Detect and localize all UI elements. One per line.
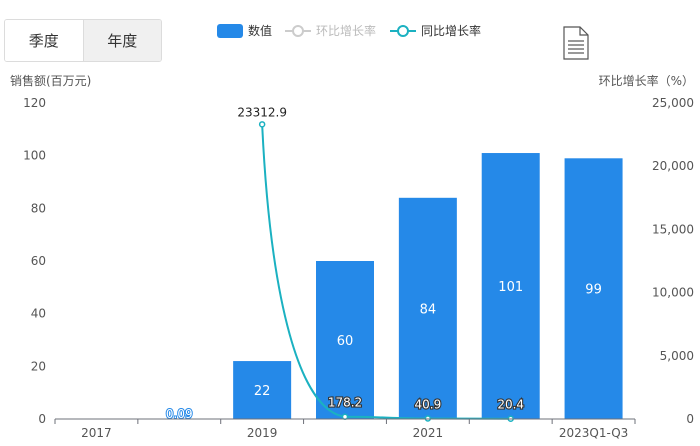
yoy-value-label: 23312.9 (237, 105, 287, 119)
y-left-tick-label: 40 (31, 307, 46, 321)
legend: 数值 环比增长率 同比增长率 (217, 23, 481, 38)
legend-item-mom[interactable]: 环比增长率 (285, 23, 376, 38)
y-left-tick-label: 0 (38, 412, 46, 426)
y-right-tick-label: 5,000 (660, 349, 694, 363)
yoy-value-label: 20.4 (497, 398, 524, 412)
y-axis-right: 0 5,000 10,000 15,000 20,000 25,000 (652, 96, 694, 426)
y-left-tick-label: 60 (31, 254, 46, 268)
y-left-tick-label: 100 (23, 149, 46, 163)
legend-marker-mom (292, 25, 304, 37)
yoy-point (424, 415, 432, 422)
yoy-value-label: 178.2 (328, 396, 362, 410)
y-axis-left: 0 20 40 60 80 100 120 (23, 96, 46, 426)
legend-item-yoy[interactable]: 同比增长率 (390, 23, 481, 38)
x-tick-label: 2017 (81, 426, 112, 440)
y-left-tick-label: 80 (31, 201, 46, 215)
x-tick-label: 2019 (247, 426, 278, 440)
y-right-tick-label: 15,000 (652, 222, 694, 236)
y-axis-left-title: 销售额(百万元) (10, 73, 91, 88)
legend-label-value: 数值 (248, 23, 272, 38)
y-axis-right-title: 环比增长率（%） (599, 73, 694, 88)
yoy-line (261, 124, 511, 420)
legend-item-value[interactable]: 数值 (217, 23, 272, 38)
bar-value-label: 22 (254, 384, 271, 399)
legend-label-mom: 环比增长率 (316, 23, 376, 38)
legend-label-yoy: 同比增长率 (421, 23, 481, 38)
legend-swatch-bar (217, 24, 243, 38)
y-right-tick-label: 25,000 (652, 96, 694, 110)
y-left-tick-label: 120 (23, 96, 46, 110)
x-tick-label: 2021 (413, 426, 444, 440)
yoy-value-label: 40.9 (414, 397, 441, 411)
yoy-point (258, 121, 266, 128)
x-tick-label: 2023Q1-Q3 (559, 426, 628, 440)
y-right-tick-label: 0 (686, 412, 694, 426)
yoy-points (258, 121, 514, 422)
yoy-point (341, 413, 349, 420)
bar-value-label: 101 (498, 280, 523, 295)
x-axis: 2017 2019 2021 2023Q1-Q3 (54, 419, 636, 440)
bar-value-label: 60 (337, 334, 354, 349)
y-right-tick-label: 20,000 (652, 159, 694, 173)
bar-value-label: 99 (585, 283, 602, 298)
sales-chart: 数值 环比增长率 同比增长率 销售额(百万元) 环比增长率（%） 0 20 40 60… (10, 23, 694, 440)
bar-series (150, 153, 623, 420)
y-left-tick-label: 20 (31, 359, 46, 373)
y-right-tick-label: 10,000 (652, 286, 694, 300)
legend-marker-yoy (397, 25, 409, 37)
bar-value-label: 84 (420, 302, 437, 317)
